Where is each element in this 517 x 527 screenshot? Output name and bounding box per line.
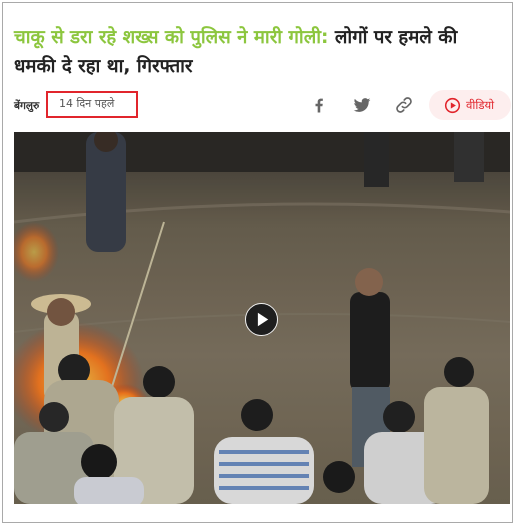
video-button-label: वीडियो xyxy=(466,97,495,112)
headline-highlight[interactable]: चाकू से डरा रहे शख्स को पुलिस ने मारी गो… xyxy=(14,27,328,48)
timestamp: 14 दिन पहले xyxy=(59,97,115,110)
timestamp-highlight: 14 दिन पहले xyxy=(46,91,138,118)
link-icon[interactable] xyxy=(394,95,414,115)
headline[interactable]: चाकू से डरा रहे शख्स को पुलिस ने मारी गो… xyxy=(14,23,484,81)
location-label: बेंगलुरु xyxy=(14,100,40,112)
article-meta-row: बेंगलुरु 14 दिन पहले वीडियो xyxy=(14,90,514,121)
video-play-button[interactable] xyxy=(245,303,278,336)
video-thumbnail[interactable] xyxy=(14,132,510,504)
article-card: चाकू से डरा रहे शख्स को पुलिस ने मारी गो… xyxy=(2,2,513,523)
play-icon xyxy=(257,312,269,327)
facebook-icon[interactable] xyxy=(309,95,329,115)
twitter-icon[interactable] xyxy=(352,95,372,115)
video-button[interactable]: वीडियो xyxy=(429,90,511,120)
play-circle-icon xyxy=(444,97,461,113)
